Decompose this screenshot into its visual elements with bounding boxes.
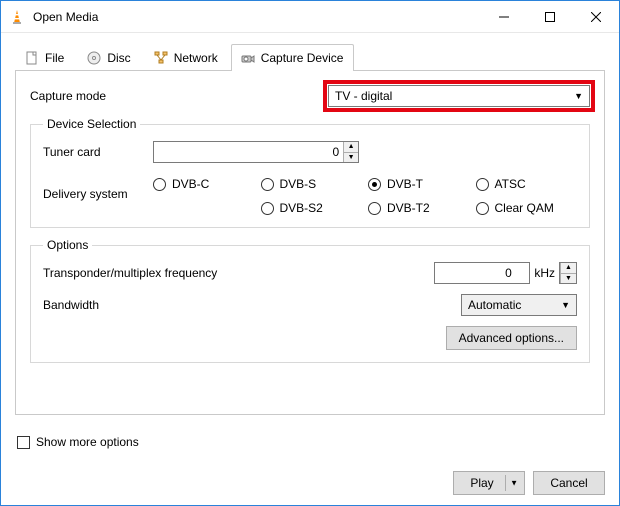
bandwidth-select[interactable]: Automatic ▼: [461, 294, 577, 316]
separator: [505, 475, 506, 491]
delivery-system-label: Delivery system: [43, 177, 153, 201]
capture-mode-select[interactable]: TV - digital ▼: [328, 85, 590, 107]
chevron-down-icon: ▼: [510, 479, 518, 488]
radio-label: ATSC: [495, 177, 526, 191]
close-button[interactable]: [573, 1, 619, 33]
tab-file[interactable]: File: [15, 44, 75, 71]
checkbox-label: Show more options: [36, 435, 139, 449]
device-selection-group: Device Selection Tuner card ▲ ▼ Delivery…: [30, 117, 590, 228]
radio-label: Clear QAM: [495, 201, 554, 215]
play-button[interactable]: Play ▼: [453, 471, 525, 495]
frequency-unit: kHz: [534, 266, 555, 280]
tab-disc[interactable]: Disc: [77, 44, 141, 71]
device-selection-legend: Device Selection: [43, 117, 140, 131]
radio-icon: [261, 202, 274, 215]
radio-dvbc[interactable]: DVB-C: [153, 177, 255, 191]
capture-device-icon: [240, 50, 256, 66]
tuner-card-spinbox[interactable]: ▲ ▼: [153, 141, 359, 163]
spin-up-button[interactable]: ▲: [344, 142, 358, 153]
frequency-spinbox[interactable]: [434, 262, 530, 284]
minimize-button[interactable]: [481, 1, 527, 33]
titlebar: Open Media: [1, 1, 619, 33]
radio-label: DVB-S2: [280, 201, 323, 215]
radio-icon: [368, 178, 381, 191]
spin-up-button[interactable]: ▲: [561, 263, 576, 274]
disc-icon: [86, 50, 102, 66]
radio-dvbt2[interactable]: DVB-T2: [368, 201, 470, 215]
spin-down-button[interactable]: ▼: [561, 274, 576, 284]
tab-capture-device[interactable]: Capture Device: [231, 44, 355, 71]
tab-network[interactable]: Network: [144, 44, 229, 71]
radio-icon: [476, 178, 489, 191]
frequency-value[interactable]: [435, 263, 516, 283]
window-controls: [481, 1, 619, 33]
tab-label: Network: [174, 51, 218, 65]
radio-label: DVB-T2: [387, 201, 430, 215]
chevron-down-icon: ▼: [574, 91, 583, 101]
radio-icon: [261, 178, 274, 191]
radio-icon: [476, 202, 489, 215]
window-title: Open Media: [33, 10, 98, 24]
radio-label: DVB-S: [280, 177, 317, 191]
tuner-card-value[interactable]: [154, 142, 343, 162]
radio-atsc[interactable]: ATSC: [476, 177, 578, 191]
button-label: Play: [470, 476, 493, 490]
radio-icon: [368, 202, 381, 215]
capture-mode-label: Capture mode: [30, 89, 106, 103]
radio-dvbs[interactable]: DVB-S: [261, 177, 363, 191]
options-group: Options Transponder/multiplex frequency …: [30, 238, 590, 363]
tabs: File Disc Network Capture Device: [15, 43, 605, 70]
tab-label: File: [45, 51, 64, 65]
radio-label: DVB-C: [172, 177, 209, 191]
capture-mode-value: TV - digital: [335, 89, 392, 103]
radio-clearqam[interactable]: Clear QAM: [476, 201, 578, 215]
tab-label: Disc: [107, 51, 130, 65]
open-media-dialog: Open Media File: [0, 0, 620, 506]
frequency-label: Transponder/multiplex frequency: [43, 266, 217, 280]
maximize-button[interactable]: [527, 1, 573, 33]
advanced-options-button[interactable]: Advanced options...: [446, 326, 577, 350]
button-label: Advanced options...: [459, 331, 564, 345]
button-label: Cancel: [550, 476, 587, 490]
spin-down-button[interactable]: ▼: [344, 153, 358, 163]
tuner-card-label: Tuner card: [43, 145, 153, 159]
network-icon: [153, 50, 169, 66]
radio-icon: [153, 178, 166, 191]
radio-dvbs2[interactable]: DVB-S2: [261, 201, 363, 215]
show-more-options-checkbox[interactable]: Show more options: [17, 435, 605, 449]
file-icon: [24, 50, 40, 66]
tab-label: Capture Device: [261, 51, 344, 65]
vlc-icon: [9, 9, 25, 25]
cancel-button[interactable]: Cancel: [533, 471, 605, 495]
radio-dvbt[interactable]: DVB-T: [368, 177, 470, 191]
radio-label: DVB-T: [387, 177, 423, 191]
bandwidth-value: Automatic: [468, 298, 521, 312]
options-legend: Options: [43, 238, 92, 252]
dialog-footer: Play ▼ Cancel: [1, 465, 619, 505]
capture-device-panel: Capture mode TV - digital ▼ Device Selec…: [15, 70, 605, 415]
chevron-down-icon: ▼: [561, 300, 570, 310]
checkbox-icon: [17, 436, 30, 449]
bandwidth-label: Bandwidth: [43, 298, 99, 312]
